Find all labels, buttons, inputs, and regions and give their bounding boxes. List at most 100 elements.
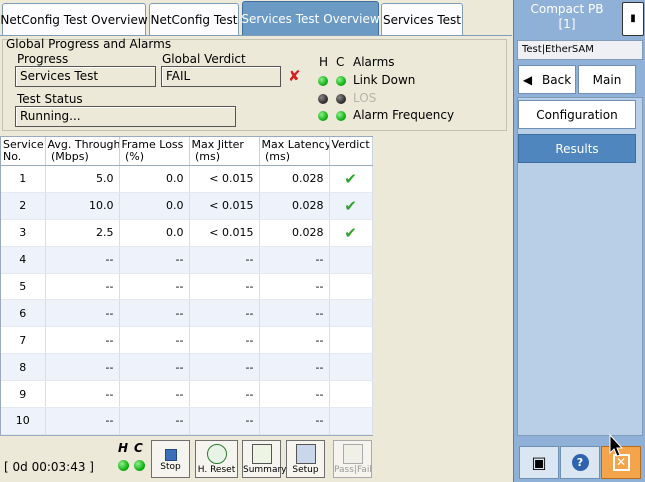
history-reset-button-label: H. Reset <box>197 465 236 475</box>
history-reset-button[interactable]: H. Reset <box>195 440 238 478</box>
max-jitter-cell: -- <box>189 407 260 435</box>
tab-services-test[interactable]: Services Test <box>381 3 463 35</box>
table-row[interactable]: 3 2.5 0.0 < 0.015 0.028 ✔ <box>1 219 373 247</box>
service-cell: 10 <box>1 407 46 435</box>
table-row[interactable]: 8 -- -- -- -- <box>1 353 373 382</box>
max-latency-cell: 0.028 <box>259 219 330 247</box>
main-button[interactable]: Main <box>578 65 636 94</box>
max-latency-cell: -- <box>259 326 330 355</box>
alarm-frequency-h-led <box>318 111 328 121</box>
pass-fail-icon <box>342 444 363 464</box>
bottom-c-label: C <box>134 441 143 455</box>
results-button[interactable]: Results <box>518 134 636 163</box>
alarm-los: LOS <box>353 91 377 105</box>
configuration-button[interactable]: Configuration <box>518 100 636 129</box>
help-button[interactable]: ? <box>560 446 600 479</box>
fail-x-icon: ✘ <box>288 67 301 85</box>
header-frame-loss: Frame Loss (%) <box>119 137 190 166</box>
table-row[interactable]: 2 10.0 0.0 < 0.015 0.028 ✔ <box>1 192 373 220</box>
tab-netconfig-test[interactable]: NetConfig Test <box>149 3 239 35</box>
global-progress-panel: Global Progress and Alarms Progress Serv… <box>2 37 507 131</box>
device-title-line1: Compact PB <box>530 2 604 16</box>
bottom-c-led <box>134 460 145 471</box>
table-row[interactable]: 6 -- -- -- -- <box>1 299 373 328</box>
max-latency-cell: -- <box>259 299 330 328</box>
tab-divider <box>0 35 512 36</box>
pass-check-icon: ✔ <box>344 223 357 242</box>
services-table[interactable]: Service No. Avg. Through. (Mbps) Frame Lo… <box>0 136 373 436</box>
stop-icon <box>164 449 177 461</box>
verdict-cell <box>329 380 373 409</box>
summary-button[interactable]: Summary <box>242 440 287 478</box>
throughput-cell: -- <box>45 299 120 328</box>
verdict-cell: ✔ <box>329 192 373 220</box>
frame-loss-cell: -- <box>119 407 190 435</box>
throughput-cell: -- <box>45 273 120 301</box>
pass-fail-button-label: Pass|Fail <box>334 465 372 475</box>
throughput-cell: -- <box>45 407 120 435</box>
progress-field: Services Test <box>15 66 156 87</box>
tab-services-test-overview[interactable]: Services Test Overview <box>241 1 380 35</box>
alarm-frequency: Alarm Frequency <box>353 108 455 122</box>
table-row[interactable]: 5 -- -- -- -- <box>1 273 373 301</box>
pass-fail-button[interactable]: Pass|Fail <box>333 440 372 478</box>
summary-button-label: Summary <box>243 465 287 475</box>
history-reset-icon <box>206 444 227 464</box>
summary-icon <box>251 444 272 464</box>
battery-icon: ▮ <box>622 2 644 36</box>
frame-loss-cell: -- <box>119 326 190 355</box>
table-row[interactable]: 4 -- -- -- -- <box>1 246 373 274</box>
frame-loss-cell: 0.0 <box>119 165 190 193</box>
link-down-h-led <box>318 76 328 86</box>
header-max-jitter: Max Jitter (ms) <box>189 137 260 166</box>
max-latency-cell: -- <box>259 273 330 301</box>
elapsed-timer: [ 0d 00:03:43 ] <box>4 460 94 474</box>
verdict-cell <box>329 353 373 382</box>
pass-check-icon: ✔ <box>344 196 357 215</box>
c-column-label: C <box>336 55 345 69</box>
verdict-cell <box>329 326 373 355</box>
frame-loss-cell: -- <box>119 246 190 274</box>
bottom-h-label: H <box>118 441 129 455</box>
verdict-cell: ✔ <box>329 219 373 247</box>
progress-label: Progress <box>17 52 69 66</box>
service-cell: 4 <box>1 246 46 274</box>
table-row[interactable]: 9 -- -- -- -- <box>1 380 373 409</box>
verdict-cell <box>329 273 373 301</box>
stop-button-label: Stop <box>160 462 181 472</box>
frame-loss-cell: -- <box>119 273 190 301</box>
link-down-c-led <box>336 76 346 86</box>
max-latency-cell: -- <box>259 380 330 409</box>
device-title-line2: [1] <box>558 17 576 31</box>
back-button[interactable]: ◀ Back <box>518 65 576 94</box>
alarms-label: Alarms <box>353 55 395 69</box>
test-status-field: Running... <box>15 106 236 127</box>
alarm-link-down: Link Down <box>353 73 416 87</box>
setup-button[interactable]: Setup <box>286 440 325 478</box>
service-cell: 6 <box>1 299 46 328</box>
max-jitter-cell: -- <box>189 380 260 409</box>
max-jitter-cell: -- <box>189 299 260 328</box>
service-cell: 5 <box>1 273 46 301</box>
table-row[interactable]: 1 5.0 0.0 < 0.015 0.028 ✔ <box>1 165 373 193</box>
table-row[interactable]: 7 -- -- -- -- <box>1 326 373 355</box>
los-h-led <box>318 94 328 104</box>
tab-netconfig-test-overview[interactable]: NetConfig Test Overview <box>0 3 148 35</box>
stop-button[interactable]: Stop <box>151 440 190 478</box>
throughput-cell: -- <box>45 353 120 382</box>
device-status-button[interactable]: ▣ <box>519 446 559 479</box>
throughput-cell: -- <box>45 246 120 274</box>
frame-loss-cell: -- <box>119 380 190 409</box>
max-jitter-cell: -- <box>189 273 260 301</box>
frame-loss-cell: 0.0 <box>119 219 190 247</box>
max-jitter-cell: -- <box>189 353 260 382</box>
header-max-latency: Max Latency (ms) <box>259 137 330 166</box>
global-verdict-field: FAIL <box>161 66 281 87</box>
service-cell: 2 <box>1 192 46 220</box>
help-icon: ? <box>571 454 589 471</box>
test-status-label: Test Status <box>17 92 83 106</box>
table-row[interactable]: 10 -- -- -- -- <box>1 407 373 435</box>
back-button-label: Back <box>542 72 572 87</box>
throughput-cell: -- <box>45 380 120 409</box>
header-throughput: Avg. Through. (Mbps) <box>45 137 120 166</box>
